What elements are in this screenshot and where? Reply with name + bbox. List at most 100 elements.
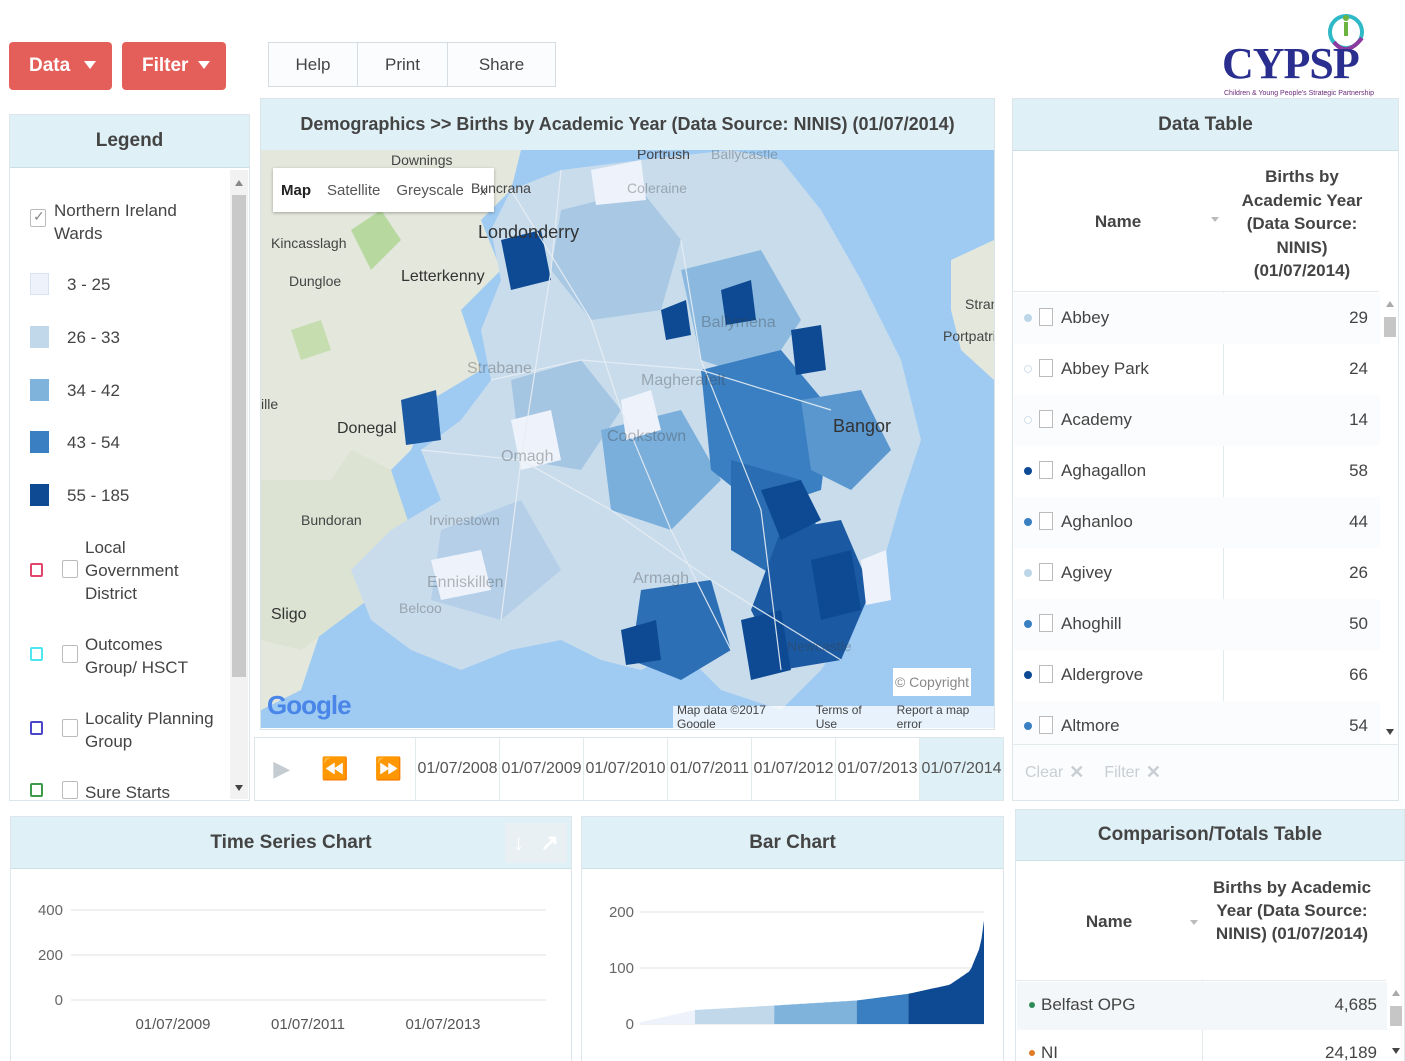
- row-value: 44: [1349, 512, 1368, 531]
- name-column-header[interactable]: Name: [1013, 151, 1223, 292]
- value-column-header[interactable]: Births by Academic Year (Data Source: NI…: [1212, 876, 1372, 945]
- row-name: Aldergrove: [1061, 665, 1144, 684]
- name-column-header[interactable]: Name: [1016, 862, 1202, 981]
- map-attribution: Map data ©2017 Google Terms of Use Repor…: [673, 703, 994, 728]
- legend-swatch: [30, 484, 49, 506]
- document-icon[interactable]: [1039, 716, 1053, 734]
- map-canvas[interactable]: Map Satellite Greyscale x Downings Portr…: [261, 150, 994, 728]
- hsct-checkbox[interactable]: [62, 645, 78, 663]
- legend-scrollbar[interactable]: [230, 170, 248, 799]
- map-label-enniskillen: Enniskillen: [427, 574, 504, 591]
- timeline-date[interactable]: 01/07/2009: [498, 738, 583, 800]
- timeline-date[interactable]: 01/07/2010: [582, 738, 667, 800]
- document-icon[interactable]: [1039, 461, 1053, 479]
- timeline-date[interactable]: 01/07/2012: [750, 738, 835, 800]
- scrollbar-thumb[interactable]: [1384, 317, 1396, 337]
- comparison-scrollbar[interactable]: [1387, 982, 1405, 1061]
- map-type-control: Map Satellite Greyscale x: [273, 168, 495, 212]
- series-dot-icon: [1029, 1050, 1035, 1056]
- lpg-checkbox[interactable]: [62, 719, 78, 737]
- document-icon[interactable]: [1039, 410, 1053, 428]
- scrollbar-thumb[interactable]: [232, 195, 246, 677]
- rewind-icon[interactable]: ⏪: [308, 738, 361, 800]
- scroll-down-icon[interactable]: [1392, 1048, 1400, 1054]
- timeline-date[interactable]: 01/07/2008: [414, 738, 499, 800]
- action-button-group: Help Print Share: [268, 42, 556, 87]
- document-icon[interactable]: [1039, 614, 1053, 632]
- download-icon[interactable]: ↓: [513, 830, 524, 856]
- map-copyright-button[interactable]: © Copyright: [893, 668, 971, 696]
- lpg-color-icon: [30, 721, 43, 735]
- filter-button[interactable]: Filter: [1104, 764, 1140, 782]
- data-table-panel: Data Table Name Births by Academic Year …: [1012, 98, 1399, 801]
- table-row[interactable]: Abbey Park 24: [1014, 344, 1380, 395]
- scroll-up-icon[interactable]: [235, 180, 243, 186]
- scrollbar-thumb[interactable]: [1390, 1006, 1402, 1026]
- legend-range-label: 34 - 42: [67, 381, 120, 400]
- document-icon[interactable]: [1039, 359, 1053, 377]
- report-map-error-link[interactable]: Report a map error: [897, 703, 994, 728]
- map-label-downings: Downings: [391, 152, 453, 168]
- document-icon[interactable]: [1039, 512, 1053, 530]
- table-row[interactable]: Ahoghill 50: [1014, 599, 1380, 650]
- play-icon[interactable]: ▶: [255, 738, 308, 800]
- document-icon[interactable]: [1039, 665, 1053, 683]
- value-column-header[interactable]: Births by Academic Year (Data Source: NI…: [1237, 165, 1367, 283]
- filter-x-icon[interactable]: ✕: [1146, 762, 1161, 783]
- scroll-up-icon[interactable]: [1386, 301, 1394, 307]
- sort-icon[interactable]: [1190, 920, 1198, 925]
- map-label-omagh: Omagh: [501, 448, 554, 465]
- logo-subtitle: Children & Young People's Strategic Part…: [1224, 90, 1374, 97]
- filter-dropdown-button[interactable]: Filter: [122, 42, 226, 90]
- time-series-panel: Time Series Chart ↓ ↗ 400 200 0 01/07/2009 0…: [10, 816, 572, 1061]
- chevron-down-icon: [84, 61, 96, 69]
- value-dot-icon: [1024, 620, 1032, 628]
- legend-swatch: [30, 379, 49, 401]
- wards-checkbox[interactable]: ✓: [30, 208, 46, 227]
- help-button[interactable]: Help: [269, 43, 358, 86]
- bar-chart-plot: 200 100 0: [609, 904, 984, 1033]
- document-icon[interactable]: [1039, 563, 1053, 581]
- map-type-satellite-button[interactable]: Satellite: [319, 182, 388, 199]
- scroll-down-icon[interactable]: [1386, 729, 1394, 735]
- scroll-up-icon[interactable]: [1392, 990, 1400, 996]
- clear-button[interactable]: Clear: [1025, 764, 1063, 782]
- document-icon[interactable]: [1039, 308, 1053, 326]
- lgd-checkbox[interactable]: [62, 560, 78, 578]
- timeline-date[interactable]: 01/07/2013: [834, 738, 919, 800]
- table-row[interactable]: Academy 14: [1014, 395, 1380, 446]
- data-table-scrollbar[interactable]: [1381, 293, 1399, 743]
- clear-x-icon[interactable]: ✕: [1069, 762, 1084, 783]
- row-name: Belfast OPG: [1041, 995, 1136, 1014]
- fast-forward-icon[interactable]: ⏩: [362, 738, 415, 800]
- row-value: 29: [1349, 308, 1368, 327]
- table-row[interactable]: Aghagallon 58: [1014, 446, 1380, 497]
- y-tick-label: 0: [626, 1016, 634, 1033]
- table-row[interactable]: Aldergrove 66: [1014, 650, 1380, 701]
- comparison-row[interactable]: Belfast OPG 4,685: [1017, 982, 1387, 1030]
- map-label-magherafelt: Magherafelt: [641, 372, 726, 389]
- print-button[interactable]: Print: [358, 43, 448, 86]
- map-type-greyscale-button[interactable]: Greyscale: [388, 182, 472, 199]
- x-tick-label: 01/07/2013: [405, 1016, 480, 1033]
- scroll-down-icon[interactable]: [235, 785, 243, 791]
- table-row[interactable]: Agivey 26: [1014, 548, 1380, 599]
- comparison-row[interactable]: NI 24,189: [1017, 1030, 1387, 1061]
- surestart-color-icon: [30, 783, 43, 797]
- share-button[interactable]: Share: [448, 43, 555, 86]
- data-dropdown-button[interactable]: Data: [9, 42, 112, 90]
- legend-panel: Legend ✓ Northern Ireland Wards 3 - 25 2…: [9, 114, 250, 802]
- timeline-date[interactable]: 01/07/2011: [666, 738, 751, 800]
- row-name: NI: [1041, 1043, 1058, 1061]
- data-table-header: Name Births by Academic Year (Data Sourc…: [1013, 151, 1379, 292]
- map-label-ille: ille: [261, 396, 279, 412]
- map-type-map-button[interactable]: Map: [273, 182, 319, 199]
- table-row[interactable]: Abbey 29: [1014, 293, 1380, 344]
- timeline-date-active[interactable]: 01/07/2014: [918, 738, 1003, 800]
- expand-icon[interactable]: ↗: [540, 830, 558, 856]
- terms-of-use-link[interactable]: Terms of Use: [816, 703, 884, 728]
- surestart-checkbox[interactable]: [62, 781, 78, 799]
- table-row[interactable]: Aghanloo 44: [1014, 497, 1380, 548]
- cypsp-logo: CYPSP Children & Young People's Strategi…: [1214, 8, 1384, 100]
- sort-icon[interactable]: [1211, 217, 1219, 222]
